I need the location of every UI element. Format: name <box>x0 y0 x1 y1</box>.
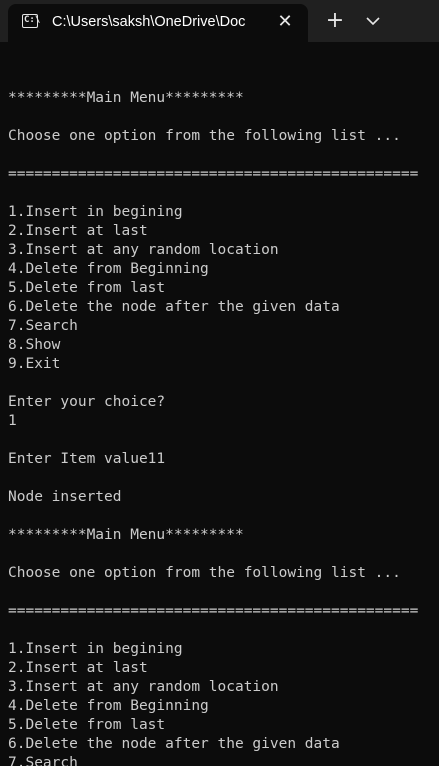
title-bar: C:\ C:\Users\saksh\OneDrive\Doc ✕ + <box>0 0 439 42</box>
console-line: 8.Show <box>8 337 61 353</box>
console-line: 2.Insert at last <box>8 660 148 676</box>
terminal-icon: C:\ <box>22 14 40 28</box>
console-line: 3.Insert at any random location <box>8 679 279 695</box>
chevron-down-icon[interactable] <box>362 9 384 33</box>
console-line: *********Main Menu********* <box>8 90 244 106</box>
terminal-tab[interactable]: C:\ C:\Users\saksh\OneDrive\Doc ✕ <box>8 4 308 42</box>
console-line: 5.Delete from last <box>8 280 166 296</box>
console-line: 9.Exit <box>8 356 61 372</box>
console-line: Choose one option from the following lis… <box>8 128 401 144</box>
console-line: 2.Insert at last <box>8 223 148 239</box>
console-line: Node inserted <box>8 489 122 505</box>
console-line: *********Main Menu********* <box>8 527 244 543</box>
console-line: 6.Delete the node after the given data <box>8 736 340 752</box>
console-line: 5.Delete from last <box>8 717 166 733</box>
close-icon[interactable]: ✕ <box>274 11 296 33</box>
console-output[interactable]: *********Main Menu********* Choose one op… <box>8 70 439 766</box>
terminal-window: C:\ C:\Users\saksh\OneDrive\Doc ✕ + ****… <box>0 0 439 766</box>
tab-title: C:\Users\saksh\OneDrive\Doc <box>52 14 246 30</box>
console-line: 7.Search <box>8 755 78 766</box>
plus-icon[interactable]: + <box>322 9 348 33</box>
console-line: 1.Insert in begining <box>8 641 183 657</box>
console-line: Enter Item value11 <box>8 451 166 467</box>
console-line: 4.Delete from Beginning <box>8 698 209 714</box>
console-line: 1 <box>8 413 17 429</box>
console-line: 3.Insert at any random location <box>8 242 279 258</box>
console-line: Enter your choice? <box>8 394 166 410</box>
console-line: ========================================… <box>8 166 419 182</box>
console-line: ========================================… <box>8 603 419 619</box>
console-line: Choose one option from the following lis… <box>8 565 401 581</box>
console-line: 4.Delete from Beginning <box>8 261 209 277</box>
console-line: 1.Insert in begining <box>8 204 183 220</box>
console-line: 7.Search <box>8 318 78 334</box>
console-line: 6.Delete the node after the given data <box>8 299 340 315</box>
